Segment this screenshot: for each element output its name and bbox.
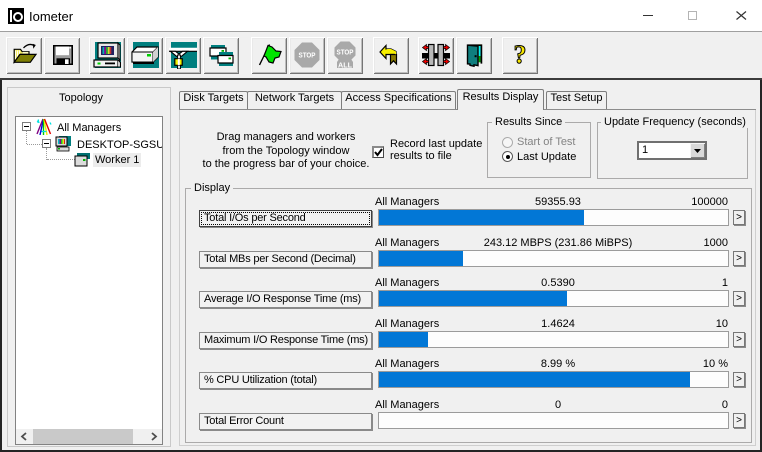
svg-text:STOP: STOP [337, 48, 354, 57]
svg-text:STOP: STOP [299, 51, 316, 60]
svg-text:ALL: ALL [338, 61, 353, 70]
svg-text:?: ? [514, 40, 527, 69]
